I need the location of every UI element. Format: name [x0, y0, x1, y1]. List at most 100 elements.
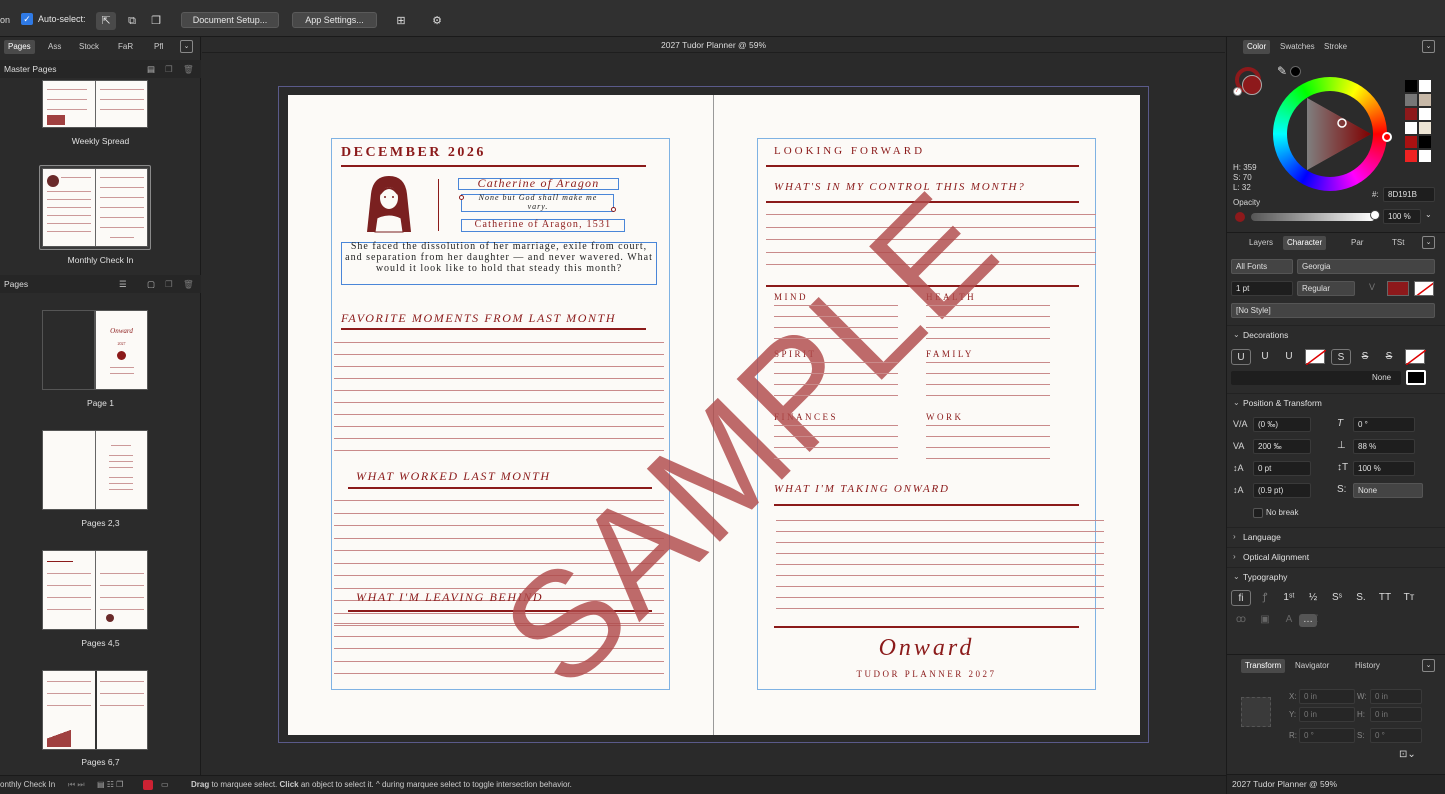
delete-master-icon[interactable]: 🗑 — [183, 60, 194, 78]
panel-menu-chevron-icon[interactable]: ⌄ — [180, 40, 193, 53]
leading-input[interactable]: (0.9 pt) — [1253, 483, 1311, 498]
page-doc-icon[interactable]: ▤ ☷ ❐ — [97, 776, 123, 794]
opacity-dropdown-icon[interactable]: ⌄ — [1425, 210, 1432, 219]
app-settings-button[interactable]: App Settings... — [292, 12, 377, 28]
fill-color-well[interactable] — [1242, 75, 1262, 95]
page-thumb-1[interactable]: Onward 2027 — [95, 310, 148, 390]
strikethrough-thick-icon[interactable]: S — [1379, 349, 1399, 365]
shear-input[interactable]: 0 ° — [1353, 417, 1415, 432]
taking-onward-heading[interactable]: WHAT I'M TAKING ONWARD — [774, 483, 950, 495]
queen-portrait-image[interactable] — [363, 172, 415, 234]
page-thumb-6-7[interactable] — [42, 670, 148, 750]
control-heading[interactable]: WHAT'S IN MY CONTROL THIS MONTH? — [774, 181, 1026, 193]
transform-w-input[interactable]: 0 in — [1370, 689, 1422, 704]
tab-history[interactable]: History — [1351, 659, 1384, 673]
swash-icon[interactable]: ꝏ — [1231, 612, 1251, 628]
color-triangle[interactable] — [1287, 91, 1373, 177]
tab-layers[interactable]: Layers — [1245, 236, 1277, 250]
caps-select[interactable]: None — [1353, 483, 1423, 498]
section-favorite-moments[interactable]: FAVORITE MOMENTS FROM LAST MONTH — [341, 311, 616, 326]
footer-subtitle[interactable]: TUDOR PLANNER 2027 — [757, 669, 1096, 679]
tab-color[interactable]: Color — [1243, 40, 1271, 54]
delete-page-icon[interactable]: 🗑 — [183, 275, 194, 293]
nav-first-icon[interactable]: ⏮ ⏭ — [68, 776, 85, 794]
underline-color-none-icon[interactable] — [1305, 349, 1327, 366]
opacity-handle-icon[interactable] — [1370, 210, 1380, 220]
tab-stroke[interactable]: Stroke — [1320, 40, 1351, 54]
tab-stock[interactable]: Stock — [75, 40, 103, 54]
tab-preflight[interactable]: Pfl — [150, 40, 167, 54]
eyedropper-icon[interactable]: ✎ — [1277, 64, 1287, 78]
decorations-section[interactable]: ⌄ Decorations — [1227, 325, 1445, 343]
area-work[interactable]: WORK — [926, 412, 964, 422]
titling-icon[interactable]: A — [1279, 612, 1299, 628]
subscript-icon[interactable]: S. — [1351, 590, 1371, 606]
add-page-icon[interactable]: ▢ — [147, 275, 155, 293]
font-size-input[interactable]: 1 pt — [1231, 281, 1293, 296]
more-typography-button[interactable]: … — [1299, 614, 1317, 627]
area-health[interactable]: HEALTH — [926, 292, 976, 302]
all-caps-icon[interactable]: TT — [1375, 590, 1395, 606]
add-master-icon[interactable]: ▤ — [147, 60, 155, 78]
opacity-input[interactable]: 100 % — [1383, 209, 1421, 224]
font-family-select[interactable]: Georgia — [1297, 259, 1435, 274]
tab-transform[interactable]: Transform — [1241, 659, 1286, 673]
font-collection-select[interactable]: All Fonts — [1231, 259, 1293, 274]
grid-icon[interactable]: ⊞ — [391, 12, 411, 30]
select-container-icon[interactable]: ❐ — [146, 12, 166, 30]
status-options-icon[interactable]: ▭ — [161, 776, 169, 794]
ligatures-icon[interactable]: fi — [1231, 590, 1251, 606]
ordinals-icon[interactable]: 1ˢᵗ — [1279, 590, 1299, 606]
tab-paragraph[interactable]: Par — [1347, 236, 1367, 250]
area-family[interactable]: FAMILY — [926, 349, 974, 359]
tab-text-styles[interactable]: TSt — [1388, 236, 1408, 250]
decoration-stroke-icon[interactable] — [1406, 370, 1426, 385]
tracking-input[interactable]: 200 ‰ — [1253, 439, 1311, 454]
none-color-icon[interactable]: ⁄ — [1233, 87, 1242, 96]
strike-color-none-icon[interactable] — [1405, 349, 1427, 366]
duplicate-master-icon[interactable]: ❐ — [165, 60, 173, 78]
discretionary-ligatures-icon[interactable]: ꝭ — [1255, 590, 1275, 606]
section-what-worked[interactable]: WHAT WORKED LAST MONTH — [356, 469, 551, 484]
panel-menu-chevron-icon[interactable]: ⌄ — [1422, 40, 1435, 53]
select-multiple-icon[interactable]: ⧉ — [122, 12, 142, 30]
area-finances[interactable]: FINANCES — [774, 412, 838, 422]
underline-thick-icon[interactable]: U — [1279, 349, 1299, 365]
strikethrough-icon[interactable]: S — [1331, 349, 1351, 365]
kerning-input[interactable]: (0 ‰) — [1253, 417, 1311, 432]
character-style-select[interactable]: [No Style] — [1231, 303, 1435, 318]
strikethrough-double-icon[interactable]: S — [1355, 349, 1375, 365]
document-setup-button[interactable]: Document Setup... — [181, 12, 279, 28]
language-section[interactable]: › Language — [1227, 527, 1445, 545]
hue-handle-icon[interactable] — [1382, 132, 1392, 142]
vertical-scale-input[interactable]: 88 % — [1353, 439, 1415, 454]
gear-icon[interactable]: ⚙ — [427, 12, 447, 30]
preflight-error-icon[interactable] — [143, 780, 153, 790]
text-stroke-none-icon[interactable] — [1414, 281, 1434, 296]
duplicate-page-icon[interactable]: ❐ — [165, 275, 173, 293]
page-thumb-2-3[interactable] — [42, 430, 148, 510]
transform-x-input[interactable]: 0 in — [1299, 689, 1355, 704]
font-traits-icon[interactable]: V — [1369, 282, 1375, 292]
transform-h-input[interactable]: 0 in — [1370, 707, 1422, 722]
optical-alignment-section[interactable]: › Optical Alignment — [1227, 547, 1445, 565]
transform-options-icon[interactable]: ⊡⌄ — [1399, 749, 1416, 760]
double-underline-icon[interactable]: U — [1255, 349, 1275, 365]
no-break-checkbox[interactable] — [1253, 508, 1263, 518]
text-fill-swatch[interactable] — [1387, 281, 1409, 296]
opacity-slider[interactable] — [1251, 213, 1375, 221]
tab-navigator[interactable]: Navigator — [1291, 659, 1333, 673]
panel-menu-chevron-icon[interactable]: ⌄ — [1422, 236, 1435, 249]
tab-swatches[interactable]: Swatches — [1276, 40, 1319, 54]
page-thumb-4-5[interactable] — [42, 550, 148, 630]
transform-y-input[interactable]: 0 in — [1299, 707, 1355, 722]
text-handle-icon[interactable] — [611, 207, 616, 212]
master-thumb-monthly[interactable] — [42, 168, 148, 247]
master-thumb-weekly[interactable] — [42, 80, 148, 128]
position-transform-section[interactable]: ⌄ Position & Transform — [1227, 393, 1445, 411]
anchor-point-icon[interactable] — [1241, 697, 1271, 727]
typography-section[interactable]: ⌄ Typography — [1227, 567, 1445, 585]
section-leaving-behind[interactable]: WHAT I'M LEAVING BEHIND — [356, 590, 543, 605]
horizontal-scale-input[interactable]: 100 % — [1353, 461, 1415, 476]
transform-rotation-input[interactable]: 0 ° — [1299, 728, 1355, 743]
